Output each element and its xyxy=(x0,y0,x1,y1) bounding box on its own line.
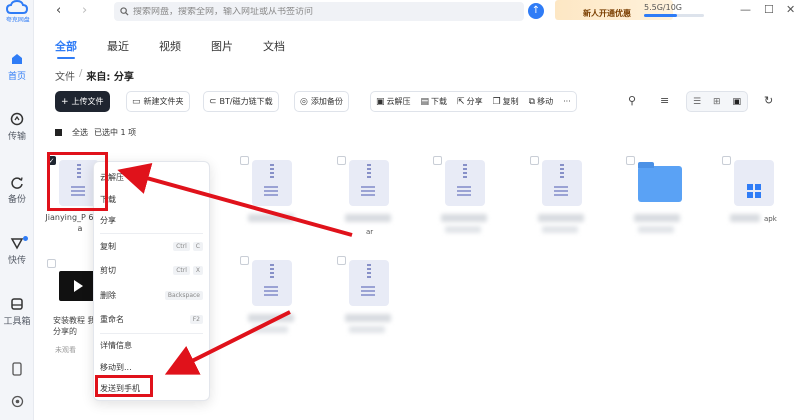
annotation-arrows xyxy=(117,163,353,375)
annotation-arrow-to-send xyxy=(164,310,291,375)
annotation-arrow-to-file xyxy=(117,163,353,237)
